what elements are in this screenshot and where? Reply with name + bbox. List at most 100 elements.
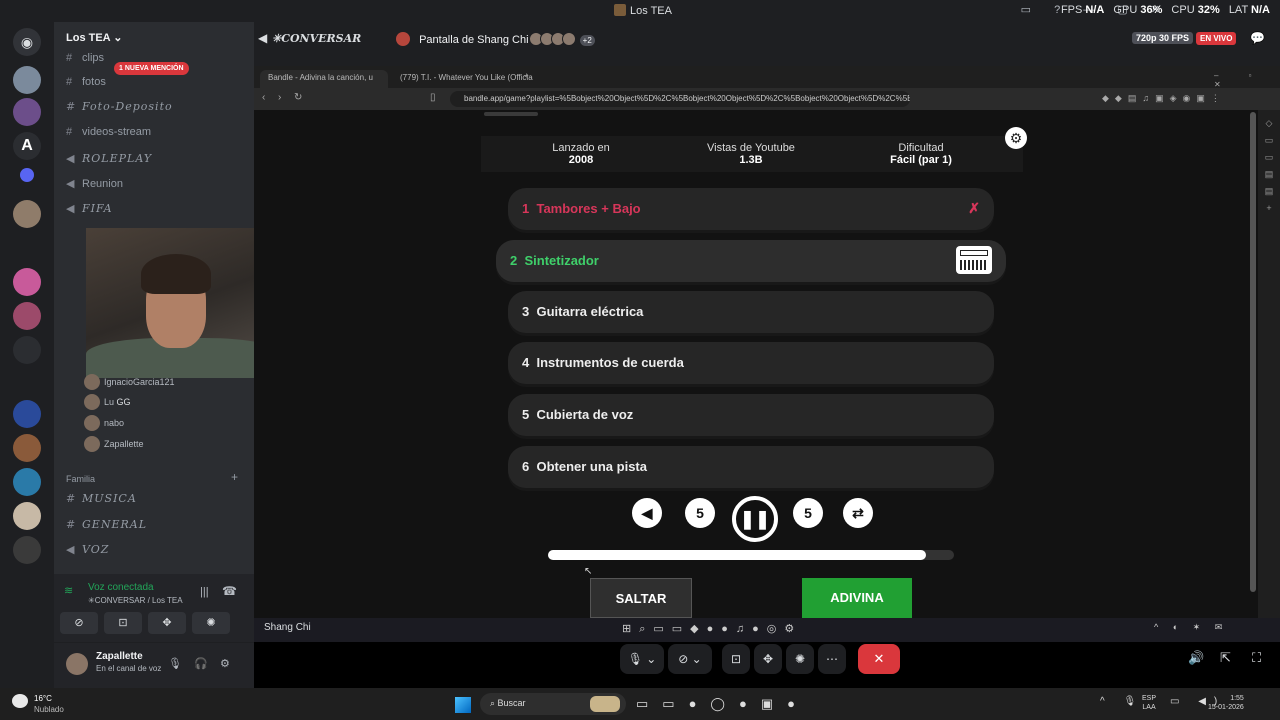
reload-icon[interactable]: ↻ <box>294 92 302 103</box>
share-screen-button[interactable]: ⊡ <box>104 612 142 634</box>
avatar[interactable] <box>66 653 88 675</box>
voice-user[interactable]: IgnacioGarcia121 <box>84 374 175 390</box>
leave-call-button[interactable]: ✕ <box>858 644 900 674</box>
camera-button[interactable]: ⊘ ⌄ <box>668 644 712 674</box>
sidebar-icon[interactable]: ▭ <box>1258 152 1280 163</box>
server-icon[interactable] <box>13 434 41 462</box>
server-header[interactable]: Los TEA ⌄ <box>54 22 254 54</box>
stream-title[interactable]: Pantalla de Shang Chi +2 <box>396 32 595 46</box>
soundboard-button[interactable]: ✺ <box>192 612 230 634</box>
gear-icon[interactable]: ⚙ <box>220 657 230 670</box>
pause-button[interactable]: ❚❚ <box>732 496 778 542</box>
soundboard-button[interactable]: ✺ <box>786 644 814 674</box>
guess-button[interactable]: ADIVINA <box>802 578 912 618</box>
server-icon[interactable] <box>13 336 41 364</box>
back-icon[interactable]: ‹ <box>262 92 265 103</box>
headphones-icon[interactable]: 🎧 <box>194 657 208 670</box>
mute-button[interactable]: 🎙 ⌄ <box>620 644 664 674</box>
progress-bar[interactable] <box>548 550 954 560</box>
server-icon[interactable]: A <box>13 132 41 160</box>
discord-home-icon[interactable]: ◉ <box>13 28 41 56</box>
taskbar-pinned-icons[interactable]: ▭▭●◯●▣● <box>636 696 809 712</box>
server-icon[interactable] <box>20 168 34 182</box>
address-bar[interactable]: bandle.app/game?playlist=%5Bobject%20Obj… <box>450 91 910 107</box>
voice-channel-item[interactable]: ◀ VOZ <box>66 543 109 556</box>
stage-row[interactable]: 5 Cubierta de voz <box>508 394 994 436</box>
stage-row[interactable]: 6 Obtener una pista <box>508 446 994 488</box>
more-options-button[interactable]: ⋯ <box>818 644 846 674</box>
forward-5-button[interactable]: 5 <box>793 498 823 528</box>
scroll-thumb[interactable] <box>1250 112 1256 592</box>
rewind-5-button[interactable]: 5 <box>685 498 715 528</box>
server-icon[interactable] <box>13 98 41 126</box>
chat-icon[interactable]: 💬 <box>1250 31 1265 45</box>
server-icon[interactable] <box>13 66 41 94</box>
channel-item[interactable]: # fotos <box>66 76 106 88</box>
forward-icon[interactable]: › <box>278 92 281 103</box>
voice-channel-item[interactable]: ◀ FIFA <box>66 202 113 215</box>
language-indicator[interactable]: ESP LAA <box>1142 694 1156 712</box>
repeat-off-icon[interactable]: ⇄ <box>843 498 873 528</box>
skip-button[interactable]: SALTAR <box>590 578 692 618</box>
stage-row-active[interactable]: 2 Sintetizador <box>496 240 1006 282</box>
speaker-icon: ◀ <box>66 152 76 165</box>
channel-item[interactable]: # videos-stream <box>66 126 151 138</box>
popout-icon[interactable]: ⇱ <box>1220 650 1231 666</box>
voice-user[interactable]: Zapallette <box>84 436 144 452</box>
browser-tab[interactable]: Bandle - Adivina la canción, u <box>260 70 388 88</box>
extensions-icon[interactable]: ◆◆▤♫▣◈◉▣⋮ <box>1102 93 1226 104</box>
volume-icon[interactable]: ◀ <box>632 498 662 528</box>
add-channel-icon[interactable]: + <box>231 470 238 484</box>
server-icon[interactable] <box>13 536 41 564</box>
microphone-icon[interactable]: 🎙 <box>168 657 182 670</box>
server-icon[interactable] <box>13 400 41 428</box>
server-icon[interactable] <box>13 468 41 496</box>
stage-row[interactable]: 1 Tambores + Bajo ✗ <box>508 188 994 230</box>
server-icon[interactable] <box>13 268 41 296</box>
channel-item[interactable]: # Foto-Deposito <box>66 100 173 113</box>
share-screen-button[interactable]: ⊡ <box>722 644 750 674</box>
category-familia[interactable]: Familia <box>66 474 95 484</box>
voice-status[interactable]: Voz conectada <box>88 582 154 593</box>
voice-user[interactable]: Lu GG <box>84 394 131 410</box>
voice-channel-name[interactable]: ✳CONVERSAR <box>272 32 361 45</box>
fullscreen-icon[interactable]: ⛶ <box>1252 650 1261 666</box>
new-tab-icon[interactable]: + <box>524 71 529 80</box>
server-icon[interactable] <box>13 502 41 530</box>
bookmark-icon[interactable]: ▯ <box>430 92 436 103</box>
channel-item[interactable]: # MUSICA <box>66 492 137 505</box>
volume-icon[interactable]: 🔊 <box>1188 650 1204 666</box>
user-name[interactable]: Zapallette <box>96 651 143 662</box>
activities-button[interactable]: ✥ <box>148 612 186 634</box>
browser-window-controls[interactable]: – ▫ ✕ <box>1214 71 1280 89</box>
browser-tab[interactable]: (779) T.I. - Whatever You Like (Officia <box>392 70 540 88</box>
weather-description[interactable]: Nublado <box>34 705 64 714</box>
search-box[interactable]: ⌕ Buscar <box>480 693 626 715</box>
disconnect-icon[interactable]: ☎ <box>222 584 237 598</box>
stage-row[interactable]: 4 Instrumentos de cuerda <box>508 342 994 384</box>
mention-badge[interactable]: 1 NUEVA MENCIÓN <box>114 62 189 75</box>
sidebar-icon[interactable]: ▤ <box>1258 169 1280 180</box>
voice-user[interactable]: nabo <box>84 415 124 431</box>
voice-channel-item[interactable]: ◀ ROLEPLAY <box>66 152 152 165</box>
sidebar-icon[interactable]: ◇ <box>1258 118 1280 129</box>
server-icon[interactable] <box>13 302 41 330</box>
stage-row[interactable]: 3 Guitarra eléctrica <box>508 291 994 333</box>
sidebar-icon[interactable]: ▭ <box>1258 135 1280 146</box>
weather-temperature[interactable]: 16°C <box>34 694 52 703</box>
sidebar-icon[interactable]: ▤ <box>1258 186 1280 197</box>
noise-suppression-icon[interactable]: ||| <box>200 586 209 598</box>
camera-off-button[interactable]: ⊘ <box>60 612 98 634</box>
channel-item[interactable]: # clips <box>66 52 104 64</box>
voice-channel-item[interactable]: ◀ Reunion <box>66 177 123 190</box>
server-icon[interactable] <box>13 200 41 228</box>
windows-start-icon[interactable] <box>455 697 471 713</box>
add-icon[interactable]: + <box>1258 203 1280 213</box>
activities-button[interactable]: ✥ <box>754 644 782 674</box>
tray-overflow-icon[interactable]: ^ 🎙 <box>1100 696 1144 707</box>
channel-item[interactable]: # GENERAL <box>66 518 147 531</box>
voice-channel-path[interactable]: ✳CONVERSAR / Los TEA <box>88 596 183 605</box>
page-scrollbar[interactable] <box>1250 112 1256 612</box>
clock[interactable]: 1:55 15-01-2026 <box>1208 694 1244 712</box>
gear-icon[interactable]: ⚙ <box>1005 127 1027 149</box>
